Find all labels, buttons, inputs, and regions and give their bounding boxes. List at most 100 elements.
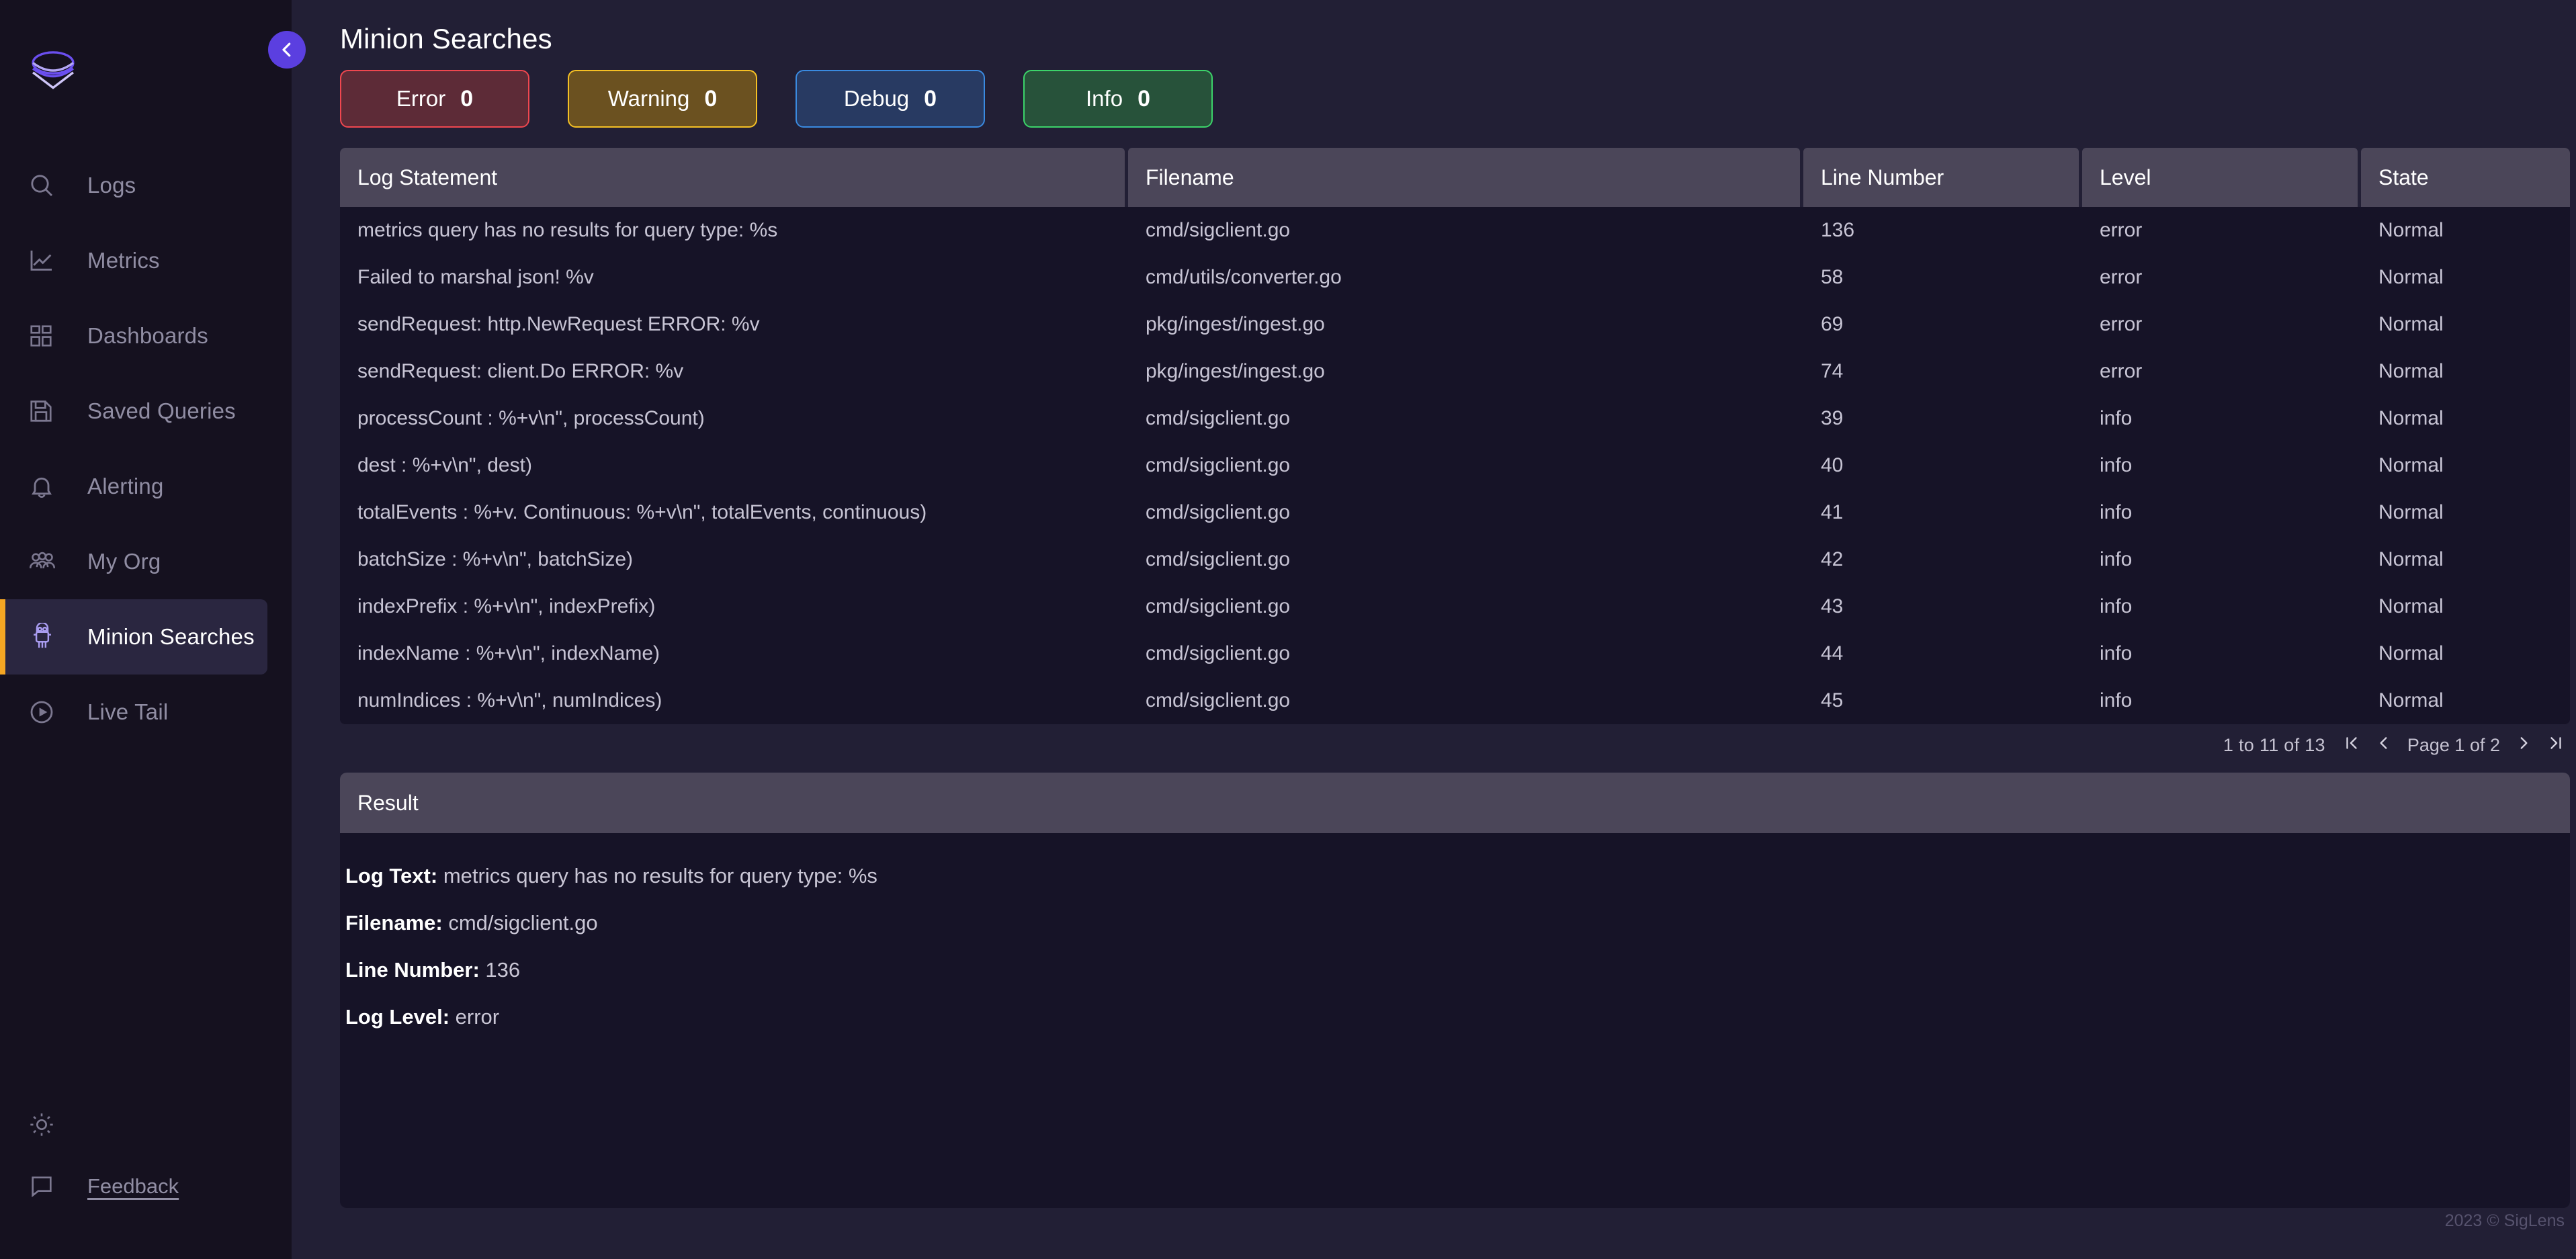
- result-field: Filename: cmd/sigclient.go: [345, 911, 2570, 935]
- sidebar-collapse-button[interactable]: [268, 31, 306, 69]
- result-panel-body: Log Text: metrics query has no results f…: [340, 833, 2570, 1052]
- app-logo[interactable]: [0, 0, 292, 141]
- cell-line-number: 42: [1821, 548, 1844, 570]
- table-row[interactable]: indexName : %+v\n", indexName) cmd/sigcli…: [340, 630, 2570, 677]
- table-row[interactable]: batchSize : %+v\n", batchSize) cmd/sigcli…: [340, 536, 2570, 583]
- sidebar-item-metrics[interactable]: Metrics: [0, 223, 267, 298]
- table-row[interactable]: sendRequest: client.Do ERROR: %v pkg/inge…: [340, 348, 2570, 395]
- cell-state: Normal: [2378, 407, 2444, 429]
- pagination-page-label: Page 1 of 2: [2407, 734, 2500, 755]
- table-row[interactable]: indexPrefix : %+v\n", indexPrefix) cmd/si…: [340, 583, 2570, 630]
- cell-line-number: 58: [1821, 266, 1844, 288]
- cell-log-statement: batchSize : %+v\n", batchSize): [357, 548, 634, 570]
- result-field: Log Level: error: [345, 1005, 2570, 1029]
- sidebar-nav: Logs Metrics Dashboards Saved Queries Al…: [0, 148, 292, 750]
- sidebar-item-saved-queries[interactable]: Saved Queries: [0, 374, 267, 449]
- sidebar-item-live-tail[interactable]: Live Tail: [0, 675, 267, 750]
- cell-state: Normal: [2378, 689, 2444, 711]
- pagination-last-button[interactable]: [2547, 734, 2565, 756]
- sidebar-item-label: My Org: [87, 549, 161, 574]
- filter-debug-count: 0: [924, 85, 937, 112]
- users-icon: [28, 548, 67, 576]
- cell-line-number: 136: [1821, 219, 1855, 241]
- column-header-level[interactable]: Level: [2082, 148, 2358, 207]
- result-field-key: Filename:: [345, 911, 443, 935]
- sidebar-item-dashboards[interactable]: Dashboards: [0, 298, 267, 374]
- page-last-icon: [2550, 737, 2561, 749]
- cell-filename: cmd/sigclient.go: [1146, 454, 1291, 476]
- sidebar-item-logs[interactable]: Logs: [0, 148, 267, 223]
- cell-line-number: 69: [1821, 313, 1844, 335]
- sidebar-item-my-org[interactable]: My Org: [0, 524, 267, 599]
- cell-log-statement: Failed to marshal json! %v: [357, 266, 594, 288]
- search-icon: [28, 172, 67, 199]
- pagination-first-button[interactable]: [2343, 734, 2360, 756]
- column-header-line-number[interactable]: Line Number: [1803, 148, 2079, 207]
- table-row[interactable]: Failed to marshal json! %v cmd/utils/conv…: [340, 254, 2570, 301]
- table-row[interactable]: totalEvents : %+v. Continuous: %+v\n", t…: [340, 489, 2570, 536]
- result-field: Line Number: 136: [345, 958, 2570, 982]
- cell-log-statement: numIndices : %+v\n", numIndices): [357, 689, 662, 711]
- cell-filename: cmd/sigclient.go: [1146, 595, 1291, 617]
- cell-level: error: [2100, 313, 2143, 335]
- filter-error-label: Error: [396, 86, 446, 111]
- sidebar-item-label: Dashboards: [87, 323, 208, 348]
- cell-state: Normal: [2378, 454, 2444, 476]
- feedback-link[interactable]: Feedback: [0, 1156, 292, 1217]
- filter-warning-label: Warning: [607, 86, 690, 111]
- pagination-prev-button[interactable]: [2375, 734, 2393, 756]
- column-header-filename[interactable]: Filename: [1128, 148, 1800, 207]
- cell-state: Normal: [2378, 360, 2444, 382]
- filter-error-button[interactable]: Error 0: [340, 70, 529, 128]
- cell-filename: cmd/sigclient.go: [1146, 642, 1291, 664]
- table-row[interactable]: numIndices : %+v\n", numIndices) cmd/sigc…: [340, 677, 2570, 724]
- page-first-icon: [2346, 737, 2357, 749]
- sidebar-item-label: Saved Queries: [87, 398, 236, 423]
- table-header-row: Log Statement Filename Line Number Level…: [340, 148, 2570, 207]
- sidebar-item-alerting[interactable]: Alerting: [0, 449, 267, 524]
- sidebar-item-label: Logs: [87, 173, 136, 198]
- cell-level: info: [2100, 454, 2133, 476]
- sidebar-item-minion-searches[interactable]: Minion Searches: [0, 599, 267, 675]
- page-title: Minion Searches: [340, 23, 552, 54]
- filter-warning-button[interactable]: Warning 0: [568, 70, 757, 128]
- result-field-value: 136: [485, 958, 521, 982]
- grid-icon: [28, 323, 67, 349]
- cell-level: info: [2100, 642, 2133, 664]
- cell-filename: cmd/sigclient.go: [1146, 689, 1291, 711]
- cell-filename: cmd/sigclient.go: [1146, 219, 1291, 241]
- cell-log-statement: indexName : %+v\n", indexName): [357, 642, 660, 664]
- table-row[interactable]: processCount : %+v\n", processCount) cmd/…: [340, 395, 2570, 442]
- column-header-log-statement[interactable]: Log Statement: [340, 148, 1125, 207]
- cell-level: info: [2100, 501, 2133, 523]
- cell-level: info: [2100, 407, 2133, 429]
- column-header-state[interactable]: State: [2361, 148, 2570, 207]
- play-circle-icon: [28, 699, 67, 726]
- result-panel-title: Result: [340, 773, 2570, 833]
- cell-state: Normal: [2378, 266, 2444, 288]
- sun-theme-icon: [28, 1111, 67, 1138]
- sidebar: Logs Metrics Dashboards Saved Queries Al…: [0, 0, 292, 1259]
- filter-info-button[interactable]: Info 0: [1023, 70, 1213, 128]
- filter-info-label: Info: [1086, 86, 1123, 111]
- cell-level: info: [2100, 689, 2133, 711]
- cell-line-number: 44: [1821, 642, 1844, 664]
- cell-log-statement: processCount : %+v\n", processCount): [357, 407, 705, 429]
- minion-searches-table: Log Statement Filename Line Number Level…: [340, 148, 2570, 724]
- pagination-next-button[interactable]: [2515, 734, 2532, 756]
- filter-debug-button[interactable]: Debug 0: [796, 70, 985, 128]
- theme-toggle-button[interactable]: [0, 1094, 292, 1156]
- table-row[interactable]: dest : %+v\n", dest) cmd/sigclient.go 40 in…: [340, 442, 2570, 489]
- table-row[interactable]: metrics query has no results for query t…: [340, 207, 2570, 254]
- cell-line-number: 43: [1821, 595, 1844, 617]
- cell-level: error: [2100, 266, 2143, 288]
- cell-log-statement: totalEvents : %+v. Continuous: %+v\n", t…: [357, 501, 927, 523]
- feedback-label: Feedback: [87, 1174, 179, 1198]
- cell-state: Normal: [2378, 595, 2444, 617]
- result-field-value: error: [455, 1005, 500, 1029]
- filter-debug-label: Debug: [843, 86, 910, 111]
- pagination-range-text: 1 to 11 of 13: [2223, 734, 2325, 755]
- cell-state: Normal: [2378, 501, 2444, 523]
- table-row[interactable]: sendRequest: http.NewRequest ERROR: %v pk…: [340, 301, 2570, 348]
- chevron-right-icon: [2520, 737, 2528, 749]
